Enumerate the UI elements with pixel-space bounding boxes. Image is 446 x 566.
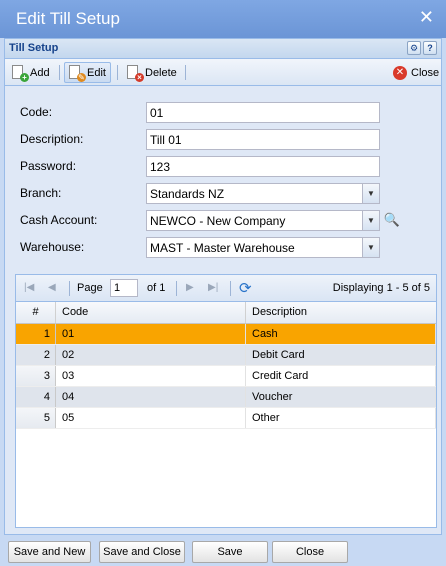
branch-label: Branch:	[20, 186, 62, 200]
row-number: 5	[16, 408, 56, 428]
payment-types-grid: |◀ ◀ Page of 1 ▶ ▶| ⟳ Displaying 1 - 5 o…	[15, 274, 437, 528]
close-button-label: Close	[411, 66, 440, 79]
delete-button-label: Delete	[145, 66, 177, 79]
till-form: Code: Description: Password: Branch: Sta…	[5, 86, 441, 258]
panel-header: Till Setup ⚙ ?	[5, 39, 441, 59]
row-number: 1	[16, 324, 56, 344]
delete-button[interactable]: × Delete	[122, 62, 182, 83]
password-field[interactable]	[146, 156, 380, 177]
page-number-input[interactable]	[110, 279, 138, 297]
pager-display-text: Displaying 1 - 5 of 5	[332, 282, 430, 294]
warehouse-label: Warehouse:	[20, 240, 85, 254]
table-row[interactable]: 2 02 Debit Card	[16, 345, 436, 366]
toolbar-separator	[59, 65, 60, 80]
grid-header-row: # Code Description	[16, 302, 436, 324]
edit-document-icon: ✎	[69, 65, 86, 82]
chevron-down-icon[interactable]: ▼	[362, 184, 379, 203]
magnifier-icon[interactable]: 🔍	[383, 210, 401, 230]
pager-separator	[230, 281, 231, 296]
code-field[interactable]	[146, 102, 380, 123]
toolbar: + Add ✎ Edit × Delete ✕ Close	[5, 59, 441, 86]
table-row[interactable]: 5 05 Other	[16, 408, 436, 429]
table-row[interactable]: 1 01 Cash	[16, 324, 436, 345]
description-cell: Voucher	[246, 387, 436, 407]
refresh-icon[interactable]: ⟳	[239, 279, 252, 297]
description-field[interactable]	[146, 129, 380, 150]
code-cell: 05	[56, 408, 246, 428]
branch-select[interactable]: Standards NZ ▼	[146, 183, 380, 204]
toolbar-separator	[185, 65, 186, 80]
close-footer-button[interactable]: Close	[272, 541, 348, 563]
window-title: Edit Till Setup	[16, 9, 120, 28]
edit-button[interactable]: ✎ Edit	[64, 62, 111, 83]
column-header-number[interactable]: #	[16, 302, 56, 323]
column-header-description[interactable]: Description	[246, 302, 436, 323]
add-button-label: Add	[30, 66, 50, 79]
table-row[interactable]: 4 04 Voucher	[16, 387, 436, 408]
add-document-icon: +	[12, 65, 29, 82]
panel-title: Till Setup	[9, 42, 59, 54]
pager-separator	[176, 281, 177, 296]
toolbar-separator	[117, 65, 118, 80]
cash-account-select[interactable]: NEWCO - New Company ▼	[146, 210, 380, 231]
description-cell: Cash	[246, 324, 436, 344]
help-icon[interactable]: ?	[423, 41, 437, 55]
description-label: Description:	[20, 132, 84, 146]
pager-toolbar: |◀ ◀ Page of 1 ▶ ▶| ⟳ Displaying 1 - 5 o…	[16, 275, 436, 302]
description-cell: Credit Card	[246, 366, 436, 386]
first-page-icon[interactable]: |◀	[24, 282, 34, 293]
close-button[interactable]: ✕ Close	[388, 62, 444, 83]
description-cell: Other	[246, 408, 436, 428]
last-page-icon[interactable]: ▶|	[208, 282, 218, 293]
gear-icon[interactable]: ⚙	[407, 41, 421, 55]
save-and-new-button[interactable]: Save and New	[8, 541, 91, 563]
row-number: 4	[16, 387, 56, 407]
column-header-code[interactable]: Code	[56, 302, 246, 323]
code-cell: 03	[56, 366, 246, 386]
cash-account-value: NEWCO - New Company	[150, 214, 286, 228]
password-label: Password:	[20, 159, 77, 173]
pager-separator	[69, 281, 70, 296]
add-button[interactable]: + Add	[7, 62, 55, 83]
till-setup-panel: Till Setup ⚙ ? + Add ✎ Edit × Delete ✕ C…	[4, 38, 442, 535]
save-and-close-button[interactable]: Save and Close	[99, 541, 185, 563]
close-circle-icon: ✕	[393, 65, 407, 80]
code-cell: 01	[56, 324, 246, 344]
code-label: Code:	[20, 105, 53, 119]
row-number: 3	[16, 366, 56, 386]
delete-document-icon: ×	[127, 65, 144, 82]
warehouse-select[interactable]: MAST - Master Warehouse ▼	[146, 237, 380, 258]
save-button[interactable]: Save	[192, 541, 268, 563]
next-page-icon[interactable]: ▶	[186, 282, 194, 293]
edit-button-label: Edit	[87, 66, 106, 79]
window-titlebar: Edit Till Setup ✕	[0, 0, 446, 38]
chevron-down-icon[interactable]: ▼	[362, 238, 379, 257]
table-row[interactable]: 3 03 Credit Card	[16, 366, 436, 387]
warehouse-value: MAST - Master Warehouse	[150, 241, 295, 255]
code-cell: 04	[56, 387, 246, 407]
chevron-down-icon[interactable]: ▼	[362, 211, 379, 230]
dialog-footer: Save and New Save and Close Save Close	[0, 535, 446, 566]
row-number: 2	[16, 345, 56, 365]
code-cell: 02	[56, 345, 246, 365]
prev-page-icon[interactable]: ◀	[48, 282, 56, 293]
page-label: Page	[77, 282, 103, 294]
cash-account-label: Cash Account:	[20, 213, 98, 227]
window-close-icon[interactable]: ✕	[419, 7, 434, 28]
branch-value: Standards NZ	[150, 187, 225, 201]
description-cell: Debit Card	[246, 345, 436, 365]
page-count-label: of 1	[147, 282, 166, 294]
